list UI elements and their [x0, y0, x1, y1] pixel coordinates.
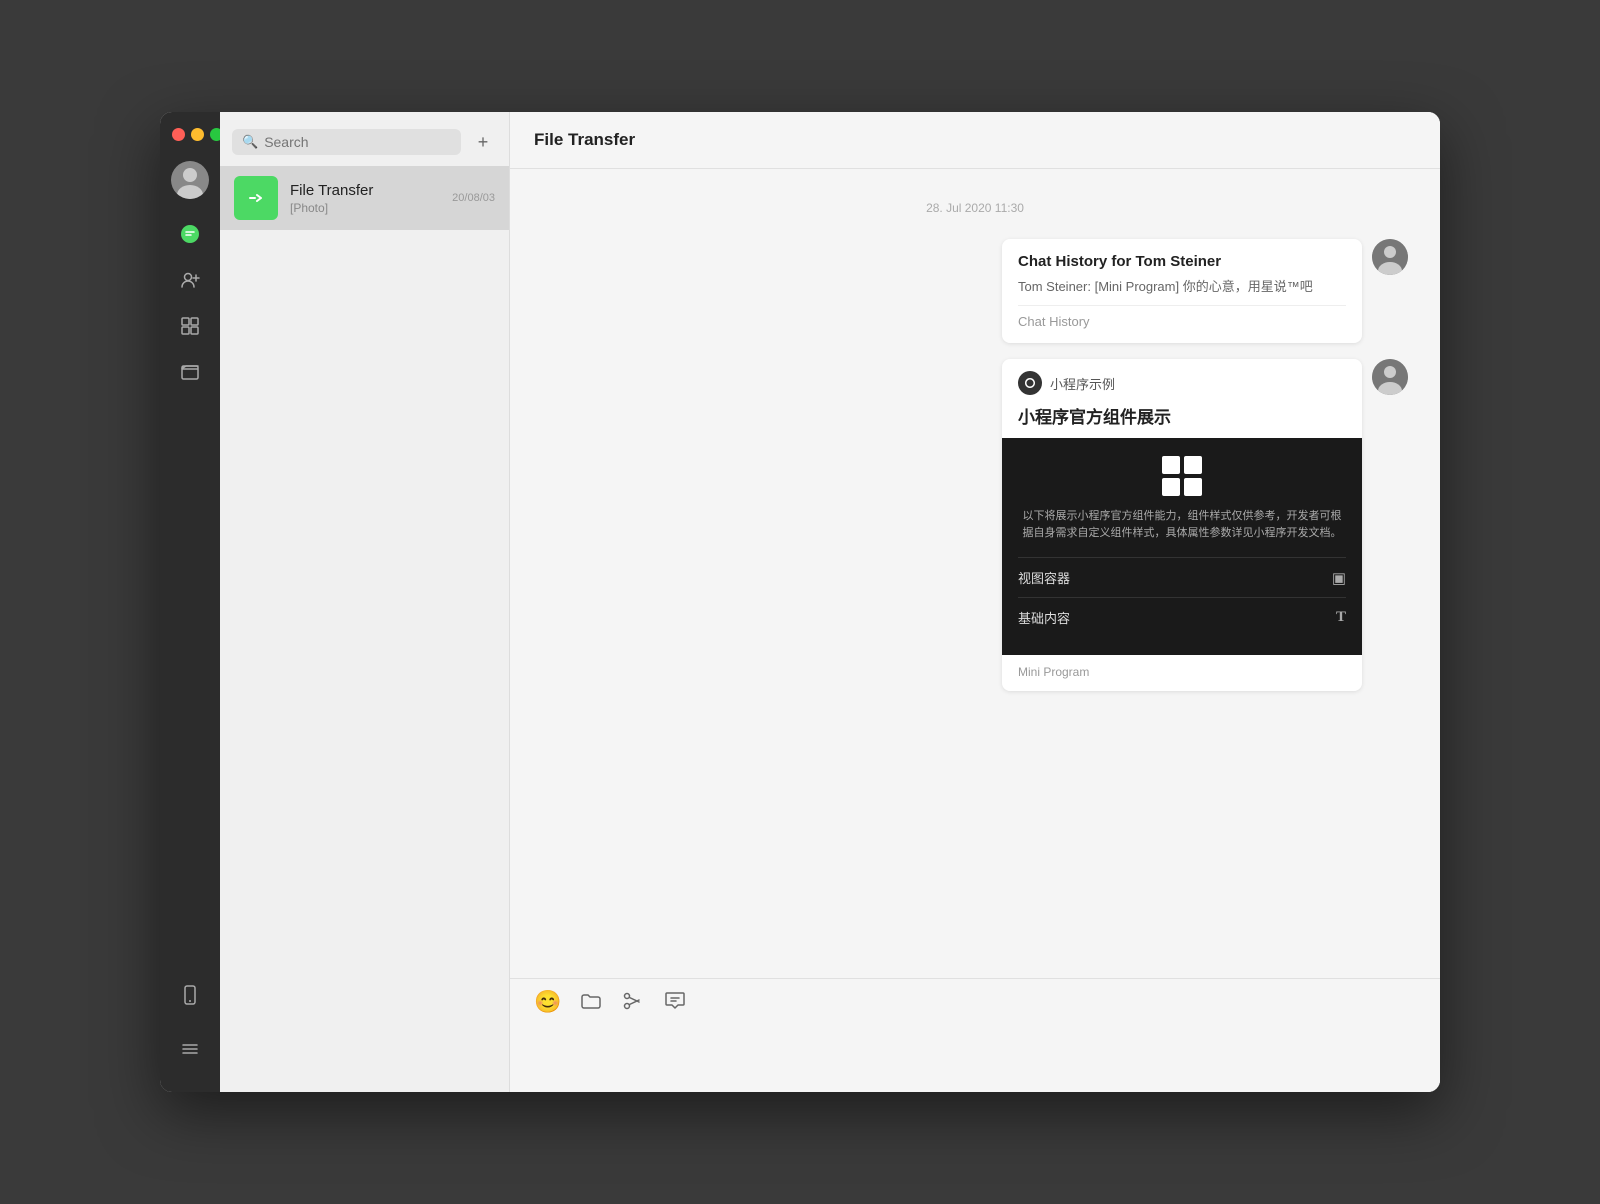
grid-cell: [1162, 478, 1180, 496]
date-divider: 28. Jul 2020 11:30: [542, 201, 1408, 215]
search-box[interactable]: 🔍: [232, 129, 461, 155]
chat-list-panel: 🔍 + File Transfer [Photo] 20/08/03: [220, 112, 510, 1092]
mini-prog-items: 视图容器 ▣ 基础内容 T: [1018, 557, 1346, 637]
traffic-lights: [160, 128, 223, 141]
mini-prog-item-label: 基础内容: [1018, 608, 1070, 627]
chat-list-header: 🔍 +: [220, 112, 509, 166]
avatar: [1372, 239, 1408, 275]
card-footer: Chat History: [1018, 314, 1346, 329]
chat-text-input[interactable]: [534, 1027, 1416, 1087]
folder-button[interactable]: [579, 989, 603, 1019]
chat-item-name: File Transfer: [290, 182, 440, 199]
grid-cell: [1184, 456, 1202, 474]
mini-prog-desc: 以下将展示小程序官方组件能力，组件样式仅供参考，开发者可根据自身需求自定义组件样…: [1018, 508, 1346, 541]
card-preview: Tom Steiner: [Mini Program] 你的心意，用星说™吧: [1018, 276, 1346, 295]
list-item[interactable]: File Transfer [Photo] 20/08/03: [220, 166, 509, 230]
grid-cell: [1184, 478, 1202, 496]
mini-prog-item: 基础内容 T: [1018, 598, 1346, 637]
chat-list: File Transfer [Photo] 20/08/03: [220, 166, 509, 1092]
message-bubble: 小程序示例 小程序官方组件展示 以下将展示小程序官方组件能力，组件样式仅供参考，…: [1002, 359, 1362, 691]
mini-program-header: 小程序示例: [1002, 359, 1362, 403]
card-title: Chat History for Tom Steiner: [1018, 253, 1346, 270]
avatar: [1372, 359, 1408, 395]
card-divider-line: [1018, 305, 1346, 306]
chat-bubble-button[interactable]: [663, 989, 687, 1019]
mini-prog-footer: Mini Program: [1002, 655, 1362, 691]
mini-prog-title: 小程序官方组件展示: [1002, 403, 1362, 438]
chat-item-preview: [Photo]: [290, 201, 440, 215]
chat-item-info: File Transfer [Photo]: [290, 182, 440, 215]
mini-prog-item: 视图容器 ▣: [1018, 558, 1346, 598]
mini-prog-item-label: 视图容器: [1018, 568, 1070, 587]
avatar[interactable]: [171, 161, 209, 199]
chat-history-card: Chat History for Tom Steiner Tom Steiner…: [1002, 239, 1362, 343]
input-toolbar: 😊: [534, 989, 1416, 1027]
nav-icon-chat[interactable]: [171, 215, 209, 253]
chat-input-area: 😊: [510, 978, 1440, 1092]
mini-prog-grid-icon: [1162, 456, 1202, 496]
search-icon: 🔍: [242, 134, 258, 150]
nav-icon-menu[interactable]: [171, 1030, 209, 1068]
add-chat-button[interactable]: +: [469, 128, 497, 156]
app-window: 🔍 + File Transfer [Photo] 20/08/03: [160, 112, 1440, 1092]
mini-prog-name: 小程序示例: [1050, 374, 1115, 393]
message-bubble: Chat History for Tom Steiner Tom Steiner…: [1002, 239, 1362, 343]
grid-cell: [1162, 456, 1180, 474]
nav-icon-moments[interactable]: [171, 307, 209, 345]
search-input[interactable]: [264, 134, 451, 150]
mini-prog-preview: 以下将展示小程序官方组件能力，组件样式仅供参考，开发者可根据自身需求自定义组件样…: [1002, 438, 1362, 655]
message-row: 小程序示例 小程序官方组件展示 以下将展示小程序官方组件能力，组件样式仅供参考，…: [542, 359, 1408, 691]
chat-header: File Transfer: [510, 112, 1440, 169]
mini-prog-item-icon: ▣: [1332, 569, 1346, 587]
nav-icon-contacts[interactable]: [171, 261, 209, 299]
mini-program-card: 小程序示例 小程序官方组件展示 以下将展示小程序官方组件能力，组件样式仅供参考，…: [1002, 359, 1362, 691]
mini-prog-item-icon: T: [1336, 609, 1346, 626]
chat-item-icon: [234, 176, 278, 220]
chat-messages: 28. Jul 2020 11:30 Chat History for Tom …: [510, 169, 1440, 978]
emoji-button[interactable]: 😊: [534, 989, 561, 1019]
nav-bottom: [171, 976, 209, 1092]
close-button[interactable]: [172, 128, 185, 141]
chat-item-time: 20/08/03: [452, 192, 495, 204]
scissors-button[interactable]: [621, 989, 645, 1019]
chat-main: File Transfer 28. Jul 2020 11:30 Chat Hi…: [510, 112, 1440, 1092]
sidebar-narrow: [160, 112, 220, 1092]
message-row: Chat History for Tom Steiner Tom Steiner…: [542, 239, 1408, 343]
chat-header-title: File Transfer: [534, 130, 1416, 150]
mini-prog-icon: [1018, 371, 1042, 395]
nav-icon-files[interactable]: [171, 353, 209, 391]
nav-icon-mobile[interactable]: [171, 976, 209, 1014]
minimize-button[interactable]: [191, 128, 204, 141]
